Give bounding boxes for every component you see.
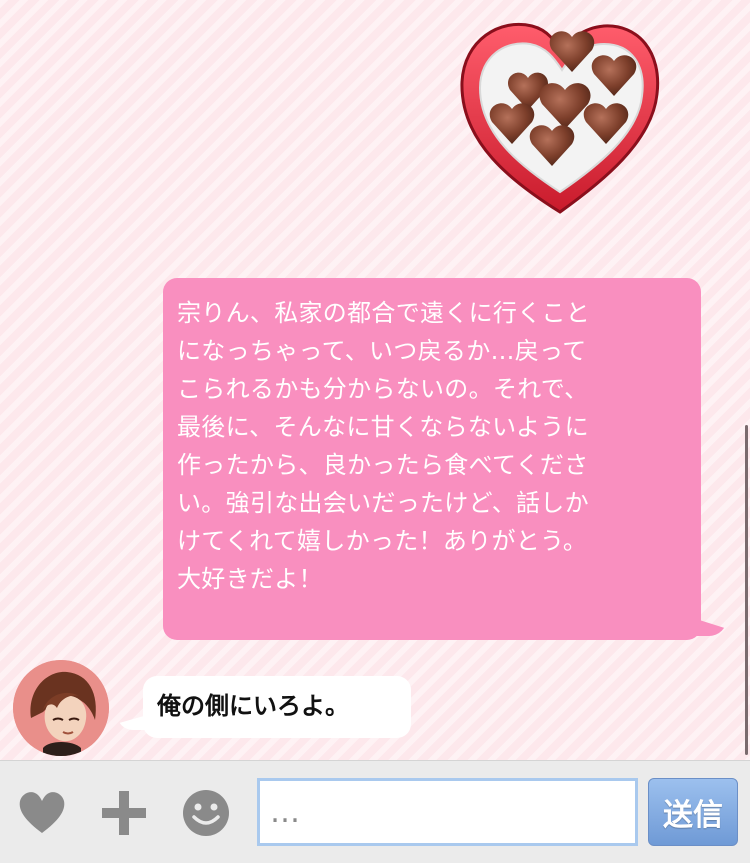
message-line: 作ったから、良かったら食べてくださ xyxy=(177,451,589,479)
character-avatar[interactable] xyxy=(13,660,109,756)
message-input-bar: 送信 xyxy=(0,760,750,863)
heart-chocolate-box-sticker xyxy=(460,23,660,214)
bubble-tail xyxy=(693,618,727,636)
smiley-icon[interactable] xyxy=(180,787,232,839)
chat-area[interactable]: 宗りん、私家の都合で遠くに行くこと になっちゃって、いつ戻るか…戻って こられる… xyxy=(0,0,750,760)
incoming-message-text: 俺の側にいろよ。 xyxy=(157,692,349,720)
message-line: になっちゃって、いつ戻るか…戻って xyxy=(177,337,587,365)
message-line: 最後に、そんなに甘くならないように xyxy=(177,413,589,441)
send-button[interactable]: 送信 xyxy=(648,778,738,846)
message-line: 大好きだよ！ xyxy=(177,565,323,593)
avatar-portrait-icon xyxy=(13,660,109,756)
chat-scrollbar[interactable] xyxy=(745,425,748,755)
heart-icon[interactable] xyxy=(16,787,68,839)
message-line: い。強引な出会いだったけど、話しか xyxy=(177,489,589,517)
plus-icon[interactable] xyxy=(98,787,150,839)
message-input[interactable] xyxy=(257,778,638,846)
bubble-tail xyxy=(117,714,151,730)
outgoing-message-bubble: 宗りん、私家の都合で遠くに行くこと になっちゃって、いつ戻るか…戻って こられる… xyxy=(163,278,727,640)
incoming-message-bubble: 俺の側にいろよ。 xyxy=(117,676,411,738)
message-line: こられるかも分からないの。それで、 xyxy=(177,375,589,403)
message-line: けてくれて嬉しかった！ありがとう。 xyxy=(177,527,588,555)
message-line: 宗りん、私家の都合で遠くに行くこと xyxy=(177,299,591,327)
